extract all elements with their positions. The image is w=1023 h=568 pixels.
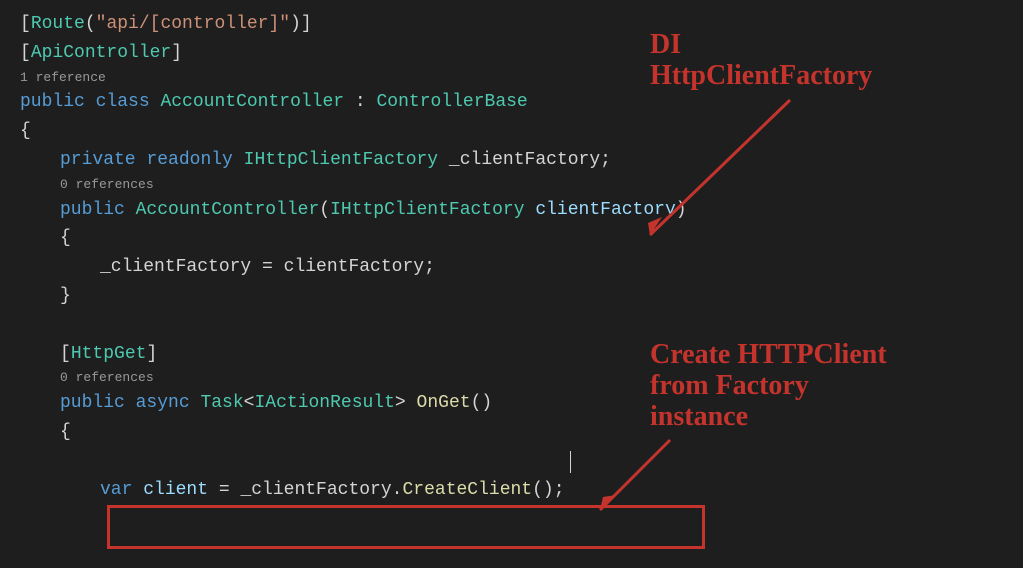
annotation-di: DI HttpClientFactory bbox=[650, 30, 872, 92]
task-type: Task bbox=[200, 393, 243, 413]
attr-bracket: ] bbox=[146, 344, 157, 364]
code-line[interactable]: [ApiController] bbox=[20, 39, 1023, 68]
code-line[interactable]: public class AccountController : Control… bbox=[20, 88, 1023, 117]
anno-text: Create HTTPClient bbox=[650, 340, 887, 371]
brace: } bbox=[60, 286, 71, 306]
route-type: Route bbox=[31, 14, 85, 34]
code-line[interactable]: private readonly IHttpClientFactory _cli… bbox=[20, 146, 1023, 175]
gt: > bbox=[395, 393, 406, 413]
colon: : bbox=[344, 92, 376, 112]
paren: ( bbox=[85, 14, 96, 34]
code-line[interactable]: _clientFactory = clientFactory; bbox=[20, 253, 1023, 282]
anno-text: HttpClientFactory bbox=[650, 61, 872, 92]
ctor-name: AccountController bbox=[136, 200, 320, 220]
base-class: ControllerBase bbox=[377, 92, 528, 112]
code-line[interactable]: } bbox=[20, 282, 1023, 311]
brace: { bbox=[60, 228, 71, 248]
method-name: OnGet bbox=[417, 393, 471, 413]
annotation-create: Create HTTPClient from Factory instance bbox=[650, 340, 887, 432]
code-line[interactable]: { bbox=[20, 117, 1023, 146]
kw-readonly: readonly bbox=[146, 150, 232, 170]
param-ref: clientFactory bbox=[284, 257, 424, 277]
paren: ) bbox=[676, 200, 687, 220]
attr-bracket: [ bbox=[60, 344, 71, 364]
brace: { bbox=[60, 422, 71, 442]
param-name: clientFactory bbox=[535, 200, 675, 220]
field-ref: _clientFactory bbox=[240, 480, 391, 500]
method-call: CreateClient bbox=[402, 480, 532, 500]
kw-private: private bbox=[60, 150, 136, 170]
semicolon: ; bbox=[600, 150, 611, 170]
code-line[interactable]: var client = _clientFactory.CreateClient… bbox=[20, 476, 1023, 505]
equals: = bbox=[208, 480, 240, 500]
lt: < bbox=[244, 393, 255, 413]
param-type: IHttpClientFactory bbox=[330, 200, 524, 220]
anno-text: instance bbox=[650, 402, 887, 433]
field-ref: _clientFactory bbox=[100, 257, 251, 277]
codelens[interactable]: 1 reference bbox=[20, 68, 1023, 89]
semicolon: ; bbox=[554, 480, 565, 500]
text-cursor bbox=[570, 451, 571, 473]
parens: () bbox=[532, 480, 554, 500]
codelens[interactable]: 0 references bbox=[20, 175, 1023, 196]
attr-bracket: ] bbox=[301, 14, 312, 34]
type-name: IHttpClientFactory bbox=[244, 150, 438, 170]
paren: ) bbox=[290, 14, 301, 34]
equals: = bbox=[251, 257, 283, 277]
brace: { bbox=[20, 121, 31, 141]
code-line[interactable]: { bbox=[20, 224, 1023, 253]
anno-text: from Factory bbox=[650, 371, 887, 402]
code-line[interactable]: public AccountController(IHttpClientFact… bbox=[20, 196, 1023, 225]
blank-line[interactable] bbox=[20, 311, 1023, 340]
attr-bracket: [ bbox=[20, 14, 31, 34]
kw-public: public bbox=[60, 393, 125, 413]
kw-async: async bbox=[136, 393, 190, 413]
apicontroller-type: ApiController bbox=[31, 43, 171, 63]
class-name: AccountController bbox=[160, 92, 344, 112]
attr-bracket: ] bbox=[171, 43, 182, 63]
kw-public: public bbox=[60, 200, 125, 220]
iactionresult-type: IActionResult bbox=[254, 393, 394, 413]
code-line[interactable]: [Route("api/[controller]")] bbox=[20, 10, 1023, 39]
httpget-type: HttpGet bbox=[71, 344, 147, 364]
semicolon: ; bbox=[424, 257, 435, 277]
kw-class: class bbox=[96, 92, 150, 112]
dot: . bbox=[392, 480, 403, 500]
field-name: _clientFactory bbox=[449, 150, 600, 170]
var-name: client bbox=[143, 480, 208, 500]
attr-bracket: [ bbox=[20, 43, 31, 63]
parens: () bbox=[471, 393, 493, 413]
paren: ( bbox=[319, 200, 330, 220]
blank-line[interactable] bbox=[20, 447, 1023, 476]
anno-text: DI bbox=[650, 30, 872, 61]
kw-var: var bbox=[100, 480, 132, 500]
highlight-box bbox=[107, 505, 705, 549]
route-string: "api/[controller]" bbox=[96, 14, 290, 34]
kw-public: public bbox=[20, 92, 85, 112]
